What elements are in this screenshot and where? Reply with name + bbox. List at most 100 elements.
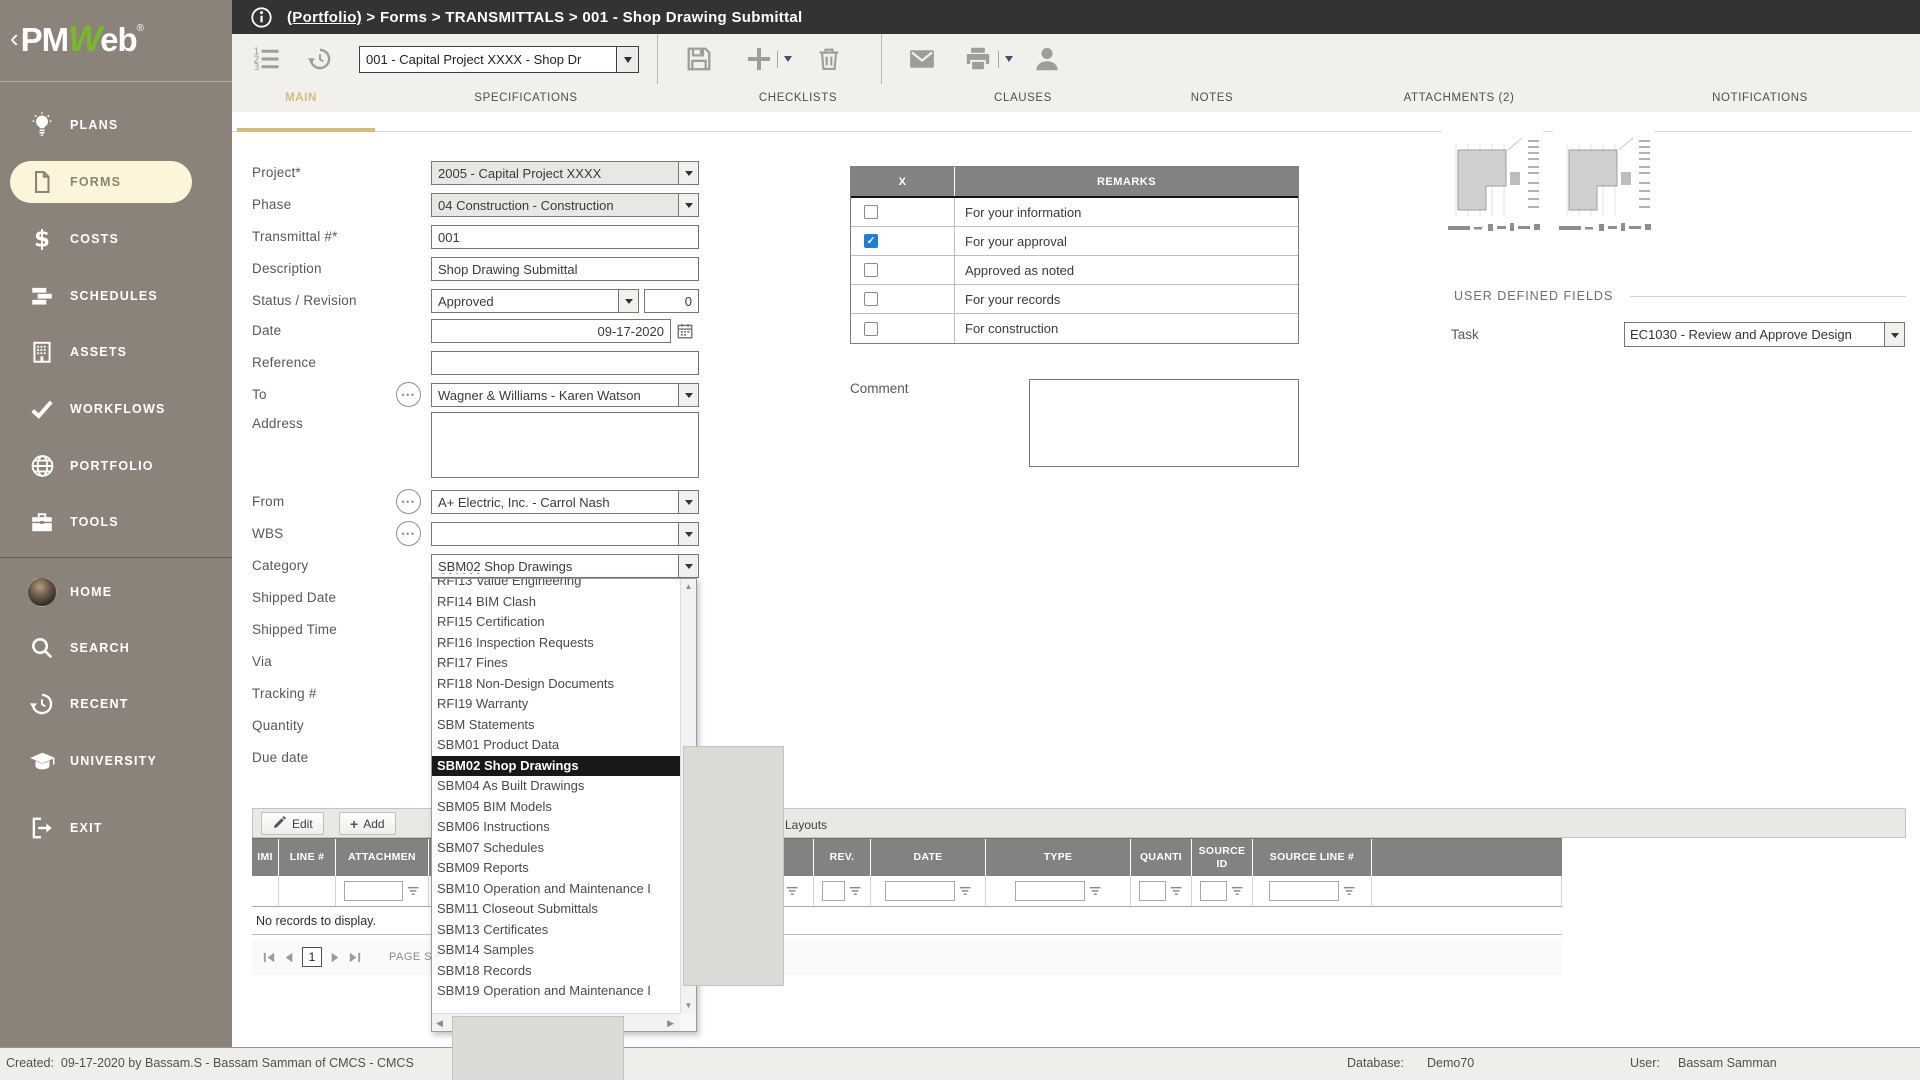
sidebar-item-costs[interactable]: $COSTS [0,211,232,267]
category-option[interactable]: RFI14 BIM Clash [432,592,680,613]
info-icon[interactable] [250,6,273,29]
category-option[interactable]: RFI13 Value Engineering [432,579,680,592]
remarks-checkbox[interactable] [864,322,878,336]
revision-input[interactable]: 0 [644,289,699,313]
dropdown-horizontal-scrollbar[interactable]: ◀ ▶ [432,1013,680,1031]
category-option[interactable]: SBM02 Shop Drawings [432,756,680,777]
grid-column-header-quanti[interactable]: QUANTI [1131,839,1192,876]
filter-icon[interactable] [1343,885,1356,897]
to-dropdown-button[interactable] [678,384,698,406]
remarks-checkbox[interactable]: ✓ [864,234,878,248]
grid-filter-input[interactable] [1015,881,1085,901]
description-input[interactable]: Shop Drawing Submittal [431,257,699,281]
project-select[interactable]: 2005 - Capital Project XXXX [431,161,699,185]
remarks-checkbox[interactable] [864,292,878,306]
add-record-icon[interactable] [745,45,773,73]
to-select[interactable]: Wagner & Williams - Karen Watson [431,383,699,407]
category-combobox[interactable]: SBM02 Shop Drawings [431,554,699,578]
breadcrumb-portfolio-link[interactable]: (Portfolio) [287,9,362,26]
pager-prev-button[interactable] [282,950,297,965]
grid-column-header-imi[interactable]: IMI [252,839,279,876]
filter-icon[interactable] [786,885,799,897]
task-select[interactable]: EC1030 - Review and Approve Design [1624,322,1905,347]
category-option[interactable]: RFI16 Inspection Requests [432,633,680,654]
add-dropdown-arrow[interactable] [784,56,792,66]
category-option[interactable]: SBM06 Instructions [432,817,680,838]
sidebar-item-university[interactable]: UNIVERSITY [0,733,232,789]
grid-column-header-date[interactable]: DATE [871,839,986,876]
remarks-checkbox[interactable] [864,263,878,277]
grid-column-header-rev[interactable]: REV. [814,839,871,876]
grid-filter-input[interactable] [1269,881,1339,901]
sidebar-item-assets[interactable]: ASSETS [0,324,232,380]
grid-column-header-line[interactable]: LINE # [279,839,336,876]
grid-filter-input[interactable] [822,881,845,901]
category-option[interactable]: SBM Statements [432,715,680,736]
category-option[interactable]: SBM19 Operation and Maintenance I [432,981,680,1002]
category-option[interactable]: RFI15 Certification [432,612,680,633]
sidebar-item-exit[interactable]: EXIT [0,800,232,856]
delete-icon[interactable] [815,45,843,73]
category-option[interactable]: SBM07 Schedules [432,838,680,859]
grid-filter-input[interactable] [1139,881,1166,901]
grid-filter-input[interactable] [1200,881,1227,901]
grid-column-header[interactable] [1372,839,1562,876]
category-option[interactable]: SBM10 Operation and Maintenance I [432,879,680,900]
phase-select[interactable]: 04 Construction - Construction [431,193,699,217]
filter-icon[interactable] [959,885,972,897]
remarks-checkbox[interactable] [864,205,878,219]
grid-column-header-source-id[interactable]: SOURCE ID [1192,839,1253,876]
from-dropdown-button[interactable] [678,491,698,513]
category-option[interactable]: RFI17 Fines [432,653,680,674]
filter-icon[interactable] [1231,885,1244,897]
grid-column-header-source-line[interactable]: SOURCE LINE # [1253,839,1372,876]
category-option[interactable]: SBM13 Certificates [432,920,680,941]
calendar-icon[interactable] [676,322,694,340]
user-icon[interactable] [1032,44,1062,74]
category-option[interactable]: SBM05 BIM Models [432,797,680,818]
vertical-scroll-thumb[interactable] [683,746,784,986]
sidebar-item-forms[interactable]: FORMS [0,154,232,210]
grid-column-header-attachmen[interactable]: ATTACHMEN [336,839,429,876]
grid-edit-button[interactable]: Edit [261,812,324,835]
wbs-lookup-button[interactable]: ••• [396,521,421,546]
status-dropdown-button[interactable] [618,290,638,312]
grid-filter-input[interactable] [885,881,955,901]
save-icon[interactable] [685,45,714,74]
pmweb-logo[interactable]: ‹PMWeb® [0,0,232,80]
grid-add-button[interactable]: +Add [339,812,396,835]
tab-specifications[interactable]: SPECIFICATIONS [474,92,577,104]
status-select[interactable]: Approved [431,289,639,313]
wbs-dropdown-button[interactable] [678,523,698,545]
scroll-right-arrow[interactable]: ▶ [667,1015,674,1031]
drawing-thumbnail-1[interactable] [1442,130,1543,242]
record-history-icon[interactable] [307,46,333,72]
record-selector[interactable]: 001 - Capital Project XXXX - Shop Dr [359,46,639,73]
category-option[interactable]: RFI18 Non-Design Documents [432,674,680,695]
email-icon[interactable] [907,44,937,74]
category-dropdown-button[interactable] [678,555,698,577]
filter-icon[interactable] [1170,885,1183,897]
sidebar-item-search[interactable]: SEARCH [0,620,232,676]
address-textarea[interactable] [431,412,699,478]
tab-checklists[interactable]: CHECKLISTS [759,92,837,104]
reference-input[interactable] [431,351,699,375]
grid-filter-input[interactable] [344,881,403,901]
tab-notes[interactable]: NOTES [1191,92,1234,104]
tab-clauses[interactable]: CLAUSES [994,92,1052,104]
category-option[interactable]: SBM04 As Built Drawings [432,776,680,797]
to-lookup-button[interactable]: ••• [396,382,421,407]
sidebar-item-schedules[interactable]: SCHEDULES [0,268,232,324]
tab-attachments-2[interactable]: ATTACHMENTS (2) [1404,92,1515,104]
project-dropdown-button[interactable] [678,162,698,184]
drawing-thumbnail-2[interactable] [1553,130,1654,242]
pager-next-button[interactable] [327,950,342,965]
category-option[interactable]: SBM01 Product Data [432,735,680,756]
sidebar-item-plans[interactable]: PLANS [0,97,232,153]
scroll-left-arrow[interactable]: ◀ [436,1015,443,1031]
sidebar-item-home[interactable]: HOME [0,564,232,620]
pager-last-button[interactable] [347,950,362,965]
date-input[interactable]: 09-17-2020 [431,319,671,343]
print-dropdown-arrow[interactable] [1005,56,1013,66]
from-lookup-button[interactable]: ••• [396,489,421,514]
